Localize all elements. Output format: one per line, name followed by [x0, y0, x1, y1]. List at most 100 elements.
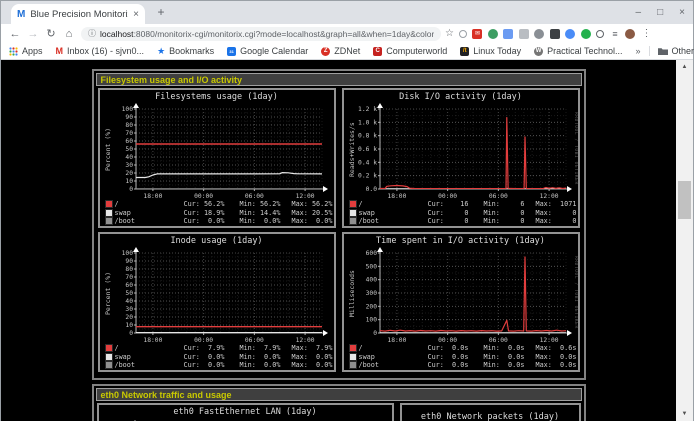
chart-eth0-fastethernet-lan[interactable]: eth0 FastEthernet LAN (1day)1.00.918:000…: [97, 403, 394, 421]
chart-inode-usage[interactable]: Inode usage (1day)0102030405060708090100…: [98, 232, 336, 372]
minimize-icon[interactable]: –: [636, 7, 642, 18]
svg-text:12:00: 12:00: [295, 337, 314, 344]
other-bookmarks[interactable]: Other bookmarks: [658, 46, 694, 56]
bookmark-practical-technology[interactable]: W Practical Technol...: [534, 46, 622, 56]
legend-swatch: [350, 201, 356, 207]
svg-text:10: 10: [125, 322, 133, 329]
legend-row: /Cur: 16Min: 6Max: 1071: [350, 200, 576, 209]
notes-extension-icon[interactable]: [519, 29, 529, 39]
legend-row: /Cur: 56.2%Min: 56.2%Max: 56.2%: [106, 200, 332, 209]
bookmark-bookmarks[interactable]: ★ Bookmarks: [157, 46, 214, 57]
new-tab-button[interactable]: +: [153, 5, 169, 21]
svg-text:1.2 k: 1.2 k: [358, 106, 377, 113]
bookmark-linux-today[interactable]: /t Linux Today: [460, 46, 521, 56]
computerworld-icon: C: [373, 47, 382, 56]
legend-row: swapCur: 18.9%Min: 14.4%Max: 20.5%: [106, 209, 332, 218]
tab-list-extension-icon[interactable]: ≡: [610, 29, 620, 39]
legend-swatch: [106, 345, 112, 351]
svg-text:06:00: 06:00: [244, 337, 263, 344]
scroll-down-icon[interactable]: ▼: [676, 407, 693, 421]
legend-swatch: [350, 345, 356, 351]
apps-grid-icon: [9, 47, 18, 56]
dark-app-extension-icon[interactable]: [550, 29, 560, 39]
chart-disk-io-activity[interactable]: Disk I/O activity (1day)0.00.2 k0.4 k0.6…: [342, 88, 580, 228]
svg-text:00:00: 00:00: [438, 337, 457, 344]
chrome-menu-icon[interactable]: ⋮: [641, 28, 651, 39]
legend-swatch: [106, 218, 112, 224]
svg-text:90: 90: [125, 258, 133, 265]
linux-today-icon: /t: [460, 47, 469, 56]
page-info-icon[interactable]: ⓘ: [88, 28, 96, 39]
bookmark-zdnet[interactable]: Z ZDNet: [321, 46, 360, 56]
chart-plot: 010020030040050060018:0000:0006:0012:00R…: [344, 247, 578, 344]
tab-strip: M Blue Precision Monitorix × + – □ ×: [1, 1, 693, 24]
search-extension-icon[interactable]: [459, 30, 467, 38]
browser-tab[interactable]: M Blue Precision Monitorix ×: [11, 4, 145, 24]
svg-text:100: 100: [121, 250, 133, 257]
bookmark-computerworld[interactable]: C Computerworld: [373, 46, 447, 56]
bookmark-apps[interactable]: Apps: [9, 46, 43, 56]
chart-eth0-network-packets[interactable]: eth0 Network packets (1day)1.018:0000:00…: [400, 403, 581, 421]
mail-extension-icon[interactable]: ✉: [472, 29, 482, 39]
url-host: localhost: [100, 29, 134, 39]
svg-text:12:00: 12:00: [539, 193, 558, 200]
messenger-extension-icon[interactable]: [565, 29, 575, 39]
blue-star-icon: ★: [157, 46, 165, 57]
section-header-eth0: eth0 Network traffic and usage: [96, 388, 582, 401]
svg-text:06:00: 06:00: [488, 337, 507, 344]
bookmark-star-icon[interactable]: ☆: [445, 28, 454, 39]
svg-text:RRDTOOL / TOBI OETIKER: RRDTOOL / TOBI OETIKER: [573, 256, 578, 329]
legend-swatch: [350, 210, 356, 216]
chart-title: Inode usage (1day): [100, 236, 334, 246]
svg-text:06:00: 06:00: [488, 193, 507, 200]
profile-avatar[interactable]: [625, 29, 635, 39]
legend-row: swapCur: 0.0sMin: 0.0sMax: 0.0s: [350, 353, 576, 362]
window-controls: – □ ×: [636, 1, 685, 24]
svg-text:60: 60: [125, 138, 133, 145]
scrollbar-thumb[interactable]: [678, 181, 691, 219]
legend-row: /bootCur: 0.0sMin: 0.0sMax: 0.0s: [350, 361, 576, 370]
bookmarks-overflow-chevron[interactable]: »: [636, 46, 641, 56]
svg-text:400: 400: [365, 277, 377, 284]
close-icon[interactable]: ×: [679, 7, 685, 18]
page-content: Filesystem usage and I/O activity Filesy…: [1, 60, 693, 421]
chart-title: eth0 FastEthernet LAN (1day): [99, 407, 392, 417]
calendar-icon: 31: [227, 47, 236, 56]
page-scrollbar[interactable]: ▲ ▼: [676, 60, 693, 421]
tab-title: Blue Precision Monitorix: [30, 9, 128, 20]
svg-text:0.6 k: 0.6 k: [358, 146, 377, 153]
svg-text:30: 30: [125, 162, 133, 169]
bookmark-google-calendar[interactable]: 31 Google Calendar: [227, 46, 308, 56]
pages-extension-icon[interactable]: [503, 29, 513, 39]
reload-icon[interactable]: ↻: [42, 27, 60, 40]
bookmark-gmail-inbox[interactable]: M Inbox (16) - sjvn0...: [56, 46, 145, 56]
legend-swatch: [106, 362, 112, 368]
svg-text:06:00: 06:00: [244, 193, 263, 200]
chart-legend: /Cur: 16Min: 6Max: 1071swapCur: 0Min: 0M…: [350, 200, 576, 226]
legend-row: /Cur: 7.9%Min: 7.9%Max: 7.9%: [106, 344, 332, 353]
url-path: :8080/monitorix-cgi/monitorix.cgi?mode=l…: [134, 29, 434, 39]
green-app-extension-icon[interactable]: [581, 29, 591, 39]
owl-extension-icon[interactable]: [534, 29, 544, 39]
home-icon[interactable]: ⌂: [60, 28, 78, 40]
extensions-puzzle-icon[interactable]: [596, 30, 604, 38]
svg-text:20: 20: [125, 314, 133, 321]
back-icon[interactable]: ←: [6, 28, 24, 40]
folder-icon: [658, 47, 668, 55]
chart-time-spent-io[interactable]: Time spent in I/O activity (1day)0100200…: [342, 232, 580, 372]
address-bar[interactable]: ⓘ localhost :8080/monitorix-cgi/monitori…: [81, 27, 441, 41]
scroll-up-icon[interactable]: ▲: [676, 60, 693, 74]
maximize-icon[interactable]: □: [657, 7, 663, 18]
wordpress-icon: W: [534, 47, 543, 56]
chart-filesystems-usage[interactable]: Filesystems usage (1day)0102030405060708…: [98, 88, 336, 228]
tab-close-icon[interactable]: ×: [133, 9, 139, 20]
svg-text:600: 600: [365, 250, 377, 257]
chart-y-axis-label: Reads+Writes/s: [348, 122, 356, 177]
forward-icon[interactable]: →: [24, 28, 42, 40]
chart-plot: 010203040506070809010018:0000:0006:0012:…: [100, 247, 334, 344]
monitorix-page: Filesystem usage and I/O activity Filesy…: [1, 60, 676, 421]
chart-title: Disk I/O activity (1day): [344, 92, 578, 102]
svg-text:0: 0: [129, 330, 133, 337]
legend-swatch: [106, 201, 112, 207]
globe-extension-icon[interactable]: [488, 29, 498, 39]
